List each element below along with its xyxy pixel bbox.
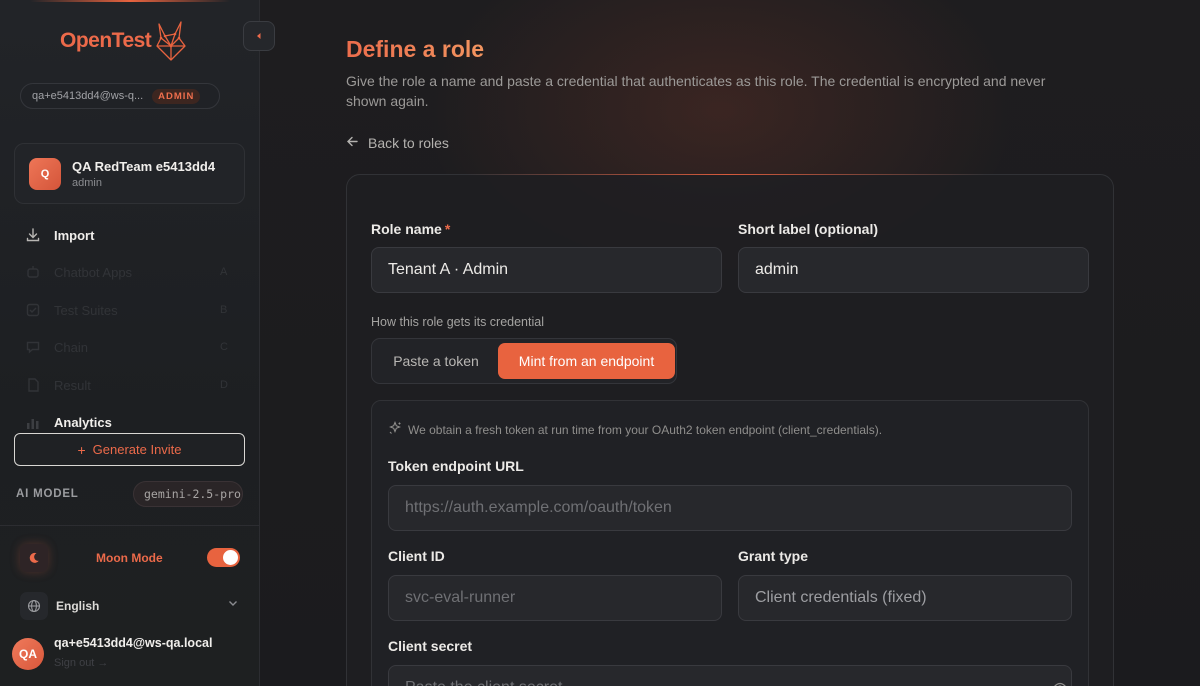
endpoint-hint: We obtain a fresh token at run time from… (388, 421, 882, 438)
plus-icon: + (77, 441, 86, 458)
sidebar: OpenTest qa+e5413dd4@ws-q... ADMIN Q QA … (0, 0, 260, 686)
workspace-avatar: Q (29, 157, 61, 190)
sidebar-divider (0, 525, 259, 526)
moon-mode-label: Moon Mode (96, 551, 163, 565)
user-email: qa+e5413dd4@ws-qa.local (54, 636, 213, 650)
sidebar-item-shortcut: D (220, 379, 228, 391)
ai-model-selector[interactable]: gemini-2.5-pro (133, 481, 243, 507)
role-badge: ADMIN (152, 88, 201, 104)
credential-mode-toggle: Paste a token Mint from an endpoint (371, 338, 677, 384)
sidebar-item-import[interactable]: Import (24, 226, 94, 244)
toggle-knob (223, 550, 238, 565)
sign-out-link[interactable]: Sign out → (54, 657, 108, 669)
sidebar-item-result[interactable]: Result D (24, 376, 228, 394)
collapse-sidebar-button[interactable] (243, 21, 275, 51)
client-secret-input[interactable] (388, 665, 1072, 686)
chat-icon (24, 338, 42, 356)
sidebar-item-label: Analytics (54, 414, 112, 430)
sidebar-item-shortcut: A (220, 266, 228, 278)
generate-invite-label: Generate Invite (92, 442, 182, 457)
generate-invite-button[interactable]: + Generate Invite (14, 433, 245, 466)
grant-type-label: Grant type (738, 548, 809, 564)
brand-logo[interactable]: OpenTest (60, 20, 187, 62)
short-label-input[interactable] (738, 247, 1089, 293)
brand-name: OpenTest (60, 29, 152, 52)
document-icon (24, 376, 42, 394)
download-icon (24, 226, 42, 244)
token-url-label: Token endpoint URL (388, 458, 524, 474)
role-form-card: Role name* Short label (optional) How th… (346, 174, 1114, 686)
sidebar-accent-line (30, 0, 230, 2)
globe-icon (20, 592, 48, 620)
credential-mode-caption: How this role gets its credential (371, 315, 544, 329)
main-content: Define a role Give the role a name and p… (260, 0, 1200, 686)
client-secret-label: Client secret (388, 638, 473, 654)
back-to-roles-label: Back to roles (368, 135, 449, 151)
sidebar-item-analytics[interactable]: Analytics (24, 413, 112, 431)
page-title: Define a role (346, 36, 485, 62)
user-avatar[interactable]: QA (12, 638, 44, 670)
fox-logo-icon (156, 21, 186, 61)
sidebar-item-label: Chain (54, 339, 88, 355)
checklist-icon (24, 301, 42, 319)
client-id-input[interactable] (388, 575, 722, 621)
sidebar-item-label: Import (54, 227, 95, 243)
sidebar-item-label: Result (54, 377, 91, 393)
robot-icon (24, 263, 42, 281)
grant-type-field (738, 575, 1072, 621)
sparkles-icon (388, 421, 402, 438)
bar-chart-icon (24, 413, 42, 431)
sidebar-item-chain[interactable]: Chain C (24, 338, 228, 356)
role-name-input[interactable] (371, 247, 722, 293)
role-name-label-text: Role name (371, 221, 442, 237)
sidebar-item-label: Chatbot Apps (54, 264, 133, 280)
client-id-label: Client ID (388, 548, 445, 564)
required-marker: * (444, 221, 451, 237)
short-label-label: Short label (optional) (738, 221, 878, 237)
workspace-role: admin (72, 176, 102, 189)
chevron-down-icon[interactable] (227, 597, 239, 612)
account-switcher[interactable]: qa+e5413dd4@ws-q... ADMIN (20, 83, 220, 109)
page-description: Give the role a name and paste a credent… (346, 73, 1046, 109)
moon-mode-toggle[interactable] (207, 548, 240, 567)
chevron-left-icon (257, 33, 261, 39)
endpoint-config-panel: We obtain a fresh token at run time from… (371, 400, 1089, 686)
token-url-input[interactable] (388, 485, 1072, 531)
sidebar-item-shortcut: C (220, 341, 228, 353)
paste-token-tab[interactable]: Paste a token (376, 343, 496, 379)
mint-endpoint-tab[interactable]: Mint from an endpoint (498, 343, 675, 379)
card-accent-line (467, 174, 987, 175)
sidebar-item-test-suites[interactable]: Test Suites B (24, 301, 227, 319)
eye-icon[interactable] (1052, 680, 1068, 686)
language-selector[interactable]: English (56, 599, 99, 613)
moon-icon (20, 544, 48, 572)
workspace-name: QA RedTeam e5413dd4 (72, 158, 216, 174)
sidebar-item-label: Test Suites (54, 302, 118, 318)
ai-model-label: AI MODEL (16, 488, 79, 500)
workspace-card[interactable]: Q QA RedTeam e5413dd4 admin (14, 143, 245, 204)
arrow-left-icon (346, 135, 359, 151)
role-name-label: Role name * (371, 221, 450, 237)
sidebar-item-chatbot-apps[interactable]: Chatbot Apps A (24, 263, 227, 281)
endpoint-hint-text: We obtain a fresh token at run time from… (408, 422, 883, 437)
back-to-roles-link[interactable]: Back to roles (346, 135, 449, 151)
account-email: qa+e5413dd4@ws-q... (32, 90, 144, 102)
sidebar-item-shortcut: B (220, 304, 228, 316)
